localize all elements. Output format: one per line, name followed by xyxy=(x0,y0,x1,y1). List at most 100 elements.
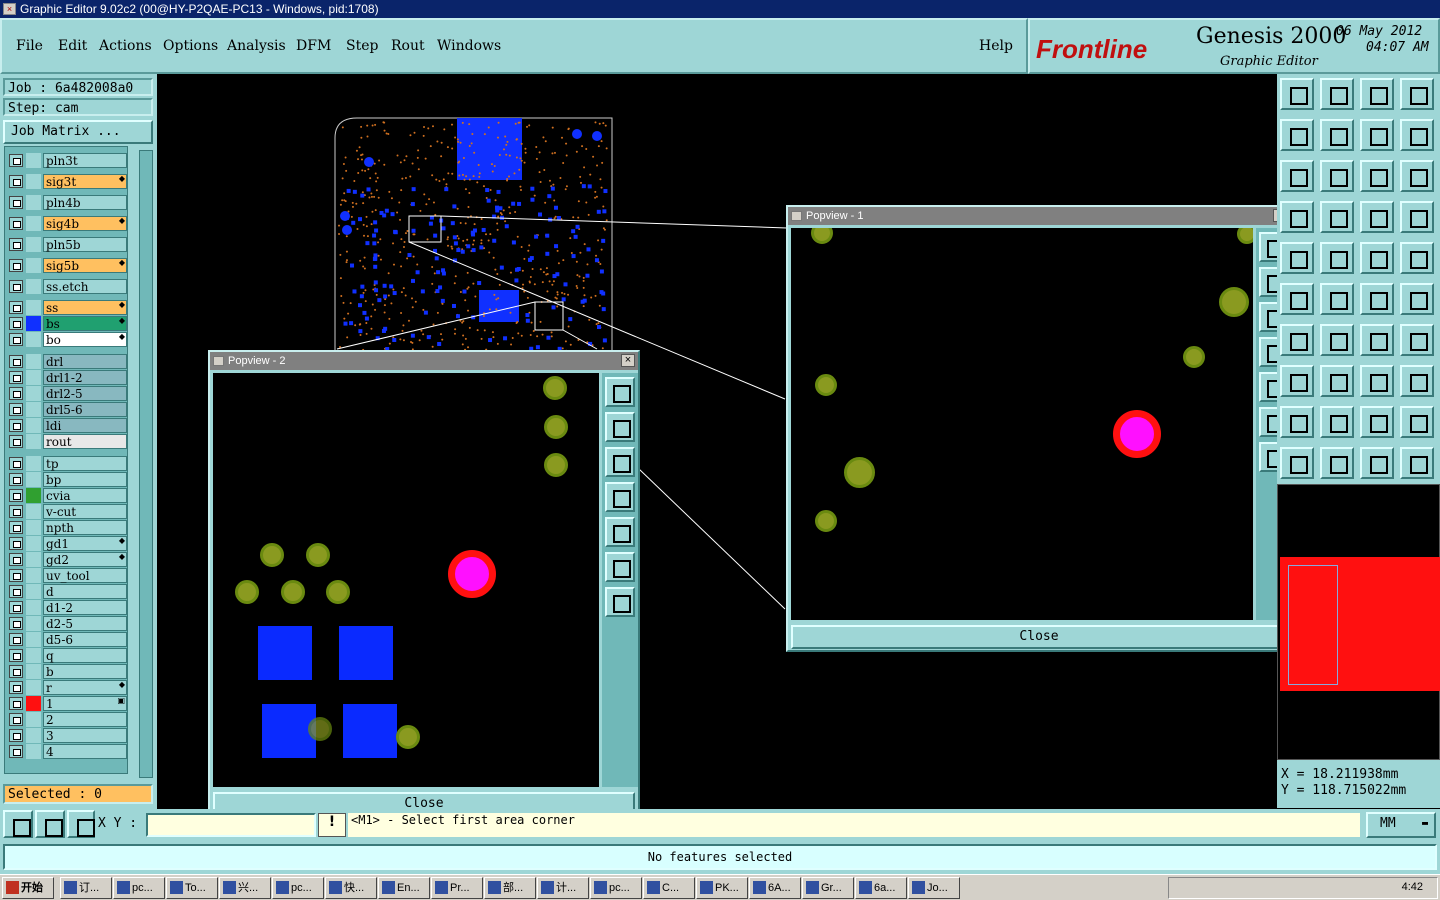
popview-1-canvas[interactable] xyxy=(791,228,1253,620)
layer-name[interactable]: sig3t xyxy=(43,174,127,189)
layer-checkbox[interactable] xyxy=(9,521,23,534)
layer-name[interactable]: bo xyxy=(43,332,127,347)
popview-2-canvas[interactable] xyxy=(213,373,599,787)
layer-name[interactable]: drl1-2 xyxy=(43,370,127,385)
layer-color[interactable] xyxy=(26,504,41,519)
layer-checkbox[interactable] xyxy=(9,154,23,167)
layer-checkbox[interactable] xyxy=(9,175,23,188)
layer-row[interactable]: drl5-6 xyxy=(7,402,127,417)
layer-row[interactable]: sig4b ◆ xyxy=(7,216,127,231)
tool-icon[interactable] xyxy=(1360,283,1394,315)
layer-row[interactable]: pln5b xyxy=(7,237,127,252)
layer-checkbox[interactable] xyxy=(9,387,23,400)
layer-name[interactable]: drl2-5 xyxy=(43,386,127,401)
layer-row[interactable]: gd2 ◆ xyxy=(7,552,127,567)
tool-icon[interactable] xyxy=(1280,283,1314,315)
layer-name[interactable]: rout xyxy=(43,434,127,449)
layer-checkbox[interactable] xyxy=(9,238,23,251)
layer-row[interactable]: sig5b ◆ xyxy=(7,258,127,273)
layer-row[interactable]: gd1 ◆ xyxy=(7,536,127,551)
layer-row[interactable]: uv_tool xyxy=(7,568,127,583)
tool-icon[interactable] xyxy=(1280,242,1314,274)
layer-color[interactable] xyxy=(26,237,41,252)
layer-checkbox[interactable] xyxy=(9,633,23,646)
layer-row[interactable]: pln3t xyxy=(7,153,127,168)
tool-icon[interactable] xyxy=(1280,447,1314,479)
layer-row[interactable]: bs ◆ xyxy=(7,316,127,331)
tool-icon[interactable] xyxy=(1320,78,1354,110)
layer-scrollbar[interactable] xyxy=(139,150,153,778)
layer-checkbox[interactable] xyxy=(9,505,23,518)
popview-1-close-button[interactable]: Close xyxy=(791,625,1287,649)
layer-checkbox[interactable] xyxy=(9,403,23,416)
layer-name[interactable]: ldi xyxy=(43,418,127,433)
layer-checkbox[interactable] xyxy=(9,259,23,272)
layer-color[interactable] xyxy=(26,354,41,369)
taskbar-button[interactable]: 6A... xyxy=(749,877,801,899)
layer-checkbox[interactable] xyxy=(9,569,23,582)
taskbar-button[interactable]: 部... xyxy=(484,877,536,899)
layer-checkbox[interactable] xyxy=(9,585,23,598)
menu-analysis[interactable]: Analysis xyxy=(227,38,286,54)
layer-name[interactable]: d5-6 xyxy=(43,632,127,647)
tool-icon[interactable] xyxy=(1320,242,1354,274)
layer-row[interactable]: b xyxy=(7,664,127,679)
layer-checkbox[interactable] xyxy=(9,333,23,346)
layer-checkbox[interactable] xyxy=(9,537,23,550)
layer-color[interactable] xyxy=(26,488,41,503)
taskbar-button[interactable]: To... xyxy=(166,877,218,899)
layer-color[interactable] xyxy=(26,434,41,449)
layer-name[interactable]: drl xyxy=(43,354,127,369)
taskbar-button[interactable]: PK... xyxy=(696,877,748,899)
layer-name[interactable]: npth xyxy=(43,520,127,535)
layer-color[interactable] xyxy=(26,472,41,487)
taskbar-button[interactable]: Jo... xyxy=(908,877,960,899)
layer-color[interactable] xyxy=(26,216,41,231)
layer-row[interactable]: rout xyxy=(7,434,127,449)
layer-row[interactable]: d xyxy=(7,584,127,599)
layer-row[interactable]: sig3t ◆ xyxy=(7,174,127,189)
layer-name[interactable]: gd2 xyxy=(43,552,127,567)
taskbar-button[interactable]: 兴... xyxy=(219,877,271,899)
layer-color[interactable] xyxy=(26,418,41,433)
taskbar-button[interactable]: 计... xyxy=(537,877,589,899)
layer-name[interactable]: cvia xyxy=(43,488,127,503)
layer-checkbox[interactable] xyxy=(9,457,23,470)
layer-color[interactable] xyxy=(26,316,41,331)
layer-name[interactable]: drl5-6 xyxy=(43,402,127,417)
tool-icon[interactable] xyxy=(1360,119,1394,151)
taskbar-button[interactable]: pc... xyxy=(113,877,165,899)
overview-map[interactable] xyxy=(1277,484,1440,760)
layer-name[interactable]: pln4b xyxy=(43,195,127,210)
popview-tool-icon[interactable] xyxy=(605,552,635,582)
layer-color[interactable] xyxy=(26,648,41,663)
taskbar-button[interactable]: En... xyxy=(378,877,430,899)
taskbar-button[interactable]: C... xyxy=(643,877,695,899)
layer-row[interactable]: ss ◆ xyxy=(7,300,127,315)
tool-icon[interactable] xyxy=(1280,324,1314,356)
popview-tool-icon[interactable] xyxy=(605,587,635,617)
layer-name[interactable]: r xyxy=(43,680,127,695)
menu-windows[interactable]: Windows xyxy=(437,38,501,54)
layer-row[interactable]: q xyxy=(7,648,127,663)
tool-icon[interactable] xyxy=(1320,324,1354,356)
layer-checkbox[interactable] xyxy=(9,601,23,614)
tool-icon[interactable] xyxy=(1360,160,1394,192)
layer-checkbox[interactable] xyxy=(9,371,23,384)
zoom-fit-icon[interactable] xyxy=(3,810,33,838)
tool-icon[interactable] xyxy=(1280,201,1314,233)
layer-color[interactable] xyxy=(26,300,41,315)
taskbar-button[interactable]: pc... xyxy=(590,877,642,899)
layer-color[interactable] xyxy=(26,584,41,599)
layer-name[interactable]: q xyxy=(43,648,127,663)
layer-color[interactable] xyxy=(26,332,41,347)
layer-row[interactable]: ldi xyxy=(7,418,127,433)
layer-color[interactable] xyxy=(26,536,41,551)
layer-checkbox[interactable] xyxy=(9,617,23,630)
layer-color[interactable] xyxy=(26,258,41,273)
info-icon[interactable]: ! xyxy=(318,813,346,837)
tool-icon[interactable] xyxy=(1280,119,1314,151)
tool-icon[interactable] xyxy=(1360,406,1394,438)
tool-icon[interactable] xyxy=(1400,119,1434,151)
layer-checkbox[interactable] xyxy=(9,729,23,742)
